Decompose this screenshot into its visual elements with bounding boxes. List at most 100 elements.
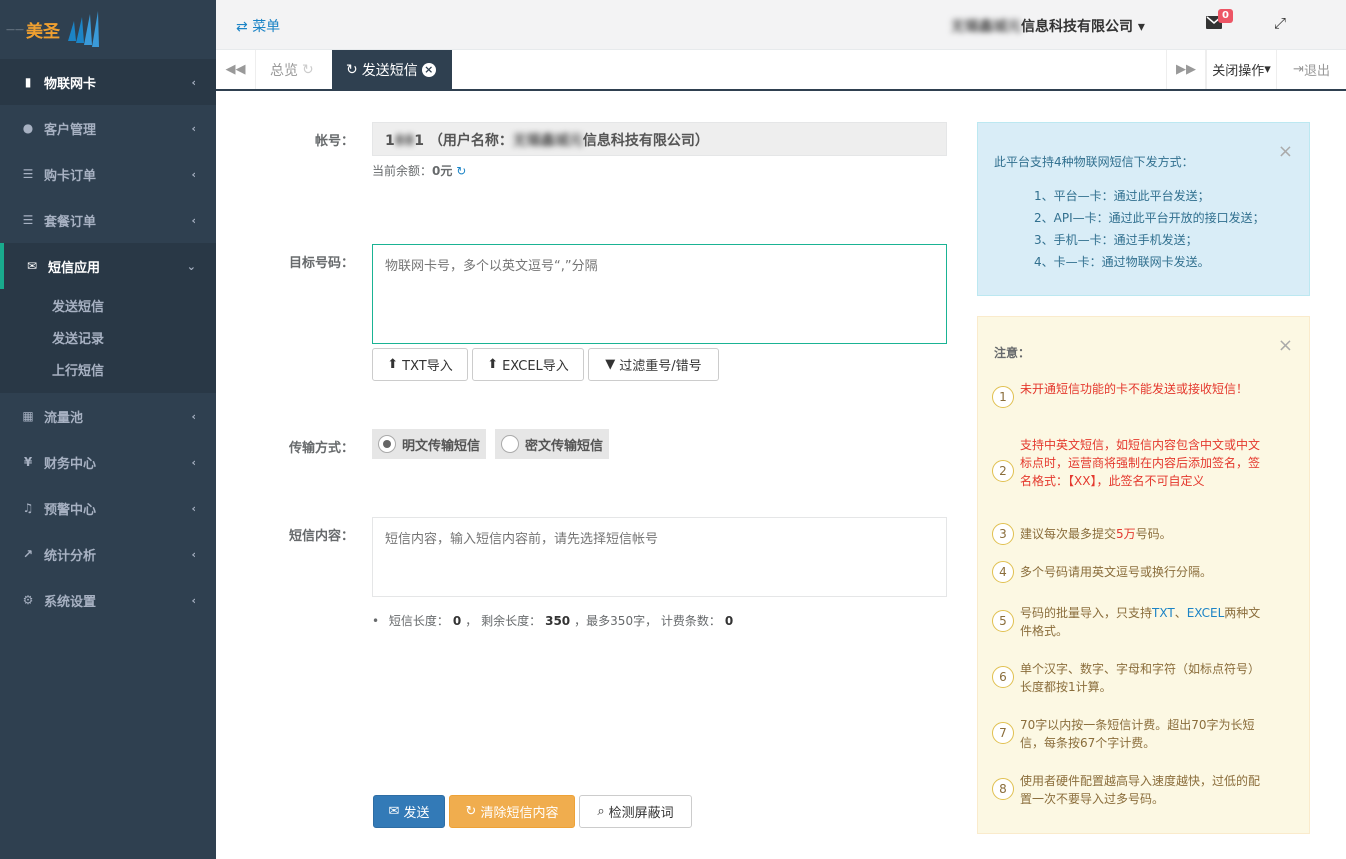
chevron-left-icon: ‹ <box>191 409 196 423</box>
notice-number: 8 <box>992 778 1014 800</box>
sidebar-item-statistics[interactable]: ↗ 统计分析 ‹ <box>0 531 216 577</box>
excel-import-button[interactable]: ⬆ EXCEL导入 <box>472 348 584 381</box>
cipher-text-label: 密文传输短信 <box>525 438 604 454</box>
logo-dash: —— <box>6 24 24 35</box>
envelope-icon: ✉ <box>388 804 400 819</box>
sms-stats: • 短信长度： 0， 剩余长度： 350 ，最多350字， 计费条数： 0 <box>372 612 737 629</box>
sidebar-item-iot-card[interactable]: ▮ 物联网卡 ‹ <box>0 59 216 105</box>
account-company-blurred: 无锡鑫城元 <box>512 133 583 149</box>
notice-text: 单个汉字、数字、字母和字符（如标点符号）长度都按1计算。 <box>1020 662 1261 694</box>
stats-length: 0 <box>452 614 462 628</box>
user-circle-icon: ● <box>22 121 34 135</box>
stats-length-label: 短信长度： <box>388 614 449 628</box>
notice-number: 3 <box>992 523 1014 545</box>
plain-text-radio[interactable]: 明文传输短信 <box>372 429 487 459</box>
sidebar-subitem-send-sms[interactable]: 发送短信 <box>0 289 216 321</box>
bullet: • <box>372 614 380 628</box>
list-icon: ☰ <box>22 167 34 181</box>
sidebar-item-label: 客户管理 <box>44 122 97 138</box>
topbar: ⇄ 菜单 无锡鑫城元信息科技有限公司 ▾ 0 ⤢ <box>216 0 1346 50</box>
notice-title: 注意： <box>994 346 1031 360</box>
refresh-balance-icon[interactable]: ↻ <box>456 164 466 178</box>
clear-label: 清除短信内容 <box>480 806 559 821</box>
notice-number: 7 <box>992 722 1014 744</box>
yen-icon: ¥ <box>23 455 33 469</box>
sidebar-item-customers[interactable]: ● 客户管理 ‹ <box>0 105 216 151</box>
account-field: 1881 （用户名称：无锡鑫城元信息科技有限公司） <box>372 122 947 156</box>
target-numbers-input[interactable] <box>372 244 947 344</box>
notice-item: 3 建议每次最多提交5万号码。 <box>992 521 1270 547</box>
clear-content-button[interactable]: ↻ 清除短信内容 <box>449 795 575 828</box>
notice-item: 4 多个号码请用英文逗号或换行分隔。 <box>992 559 1270 585</box>
company-dropdown[interactable]: 无锡鑫城元信息科技有限公司 ▾ <box>951 16 1145 36</box>
close-icon[interactable]: × <box>1278 141 1293 162</box>
logo-text: 美圣 <box>26 22 60 42</box>
tab-scroll-left-button[interactable]: ◀◀ <box>216 50 256 89</box>
sidebar-item-traffic-pool[interactable]: ▦ 流量池 ‹ <box>0 393 216 439</box>
sidebar-item-label: 物联网卡 <box>44 76 97 92</box>
info-line: 1、平台—卡：通过此平台发送； <box>1034 189 1210 203</box>
filter-icon: ▼ <box>605 357 616 372</box>
sidebar-item-label: 预警中心 <box>44 502 97 518</box>
notice-text: 70字以内按一条短信计费。超出70字为长短信，每条按67个字计费。 <box>1020 718 1255 750</box>
sidebar-subitem-send-records[interactable]: 发送记录 <box>0 321 216 353</box>
refresh-icon: ↻ <box>465 804 477 819</box>
sms-content-input[interactable] <box>372 517 947 597</box>
search-icon: ⌕ <box>597 804 605 819</box>
plain-text-label: 明文传输短信 <box>402 438 481 454</box>
tab-label: 发送短信 <box>361 62 418 79</box>
info-alert: × 此平台支持4种物联网短信下发方式： 1、平台—卡：通过此平台发送； 2、AP… <box>977 122 1310 296</box>
notice-number: 6 <box>992 666 1014 688</box>
sidebar-item-label: 财务中心 <box>44 456 97 472</box>
notice-text-part: 、 <box>1174 606 1187 620</box>
tab-send-sms[interactable]: ↻ 发送短信 × <box>332 50 452 89</box>
stats-count: 0 <box>724 614 734 628</box>
line-chart-icon: ↗ <box>22 547 34 561</box>
sidebar-item-label: 短信应用 <box>48 260 101 276</box>
fullscreen-button[interactable]: ⤢ <box>1274 14 1286 32</box>
sidebar-item-sms[interactable]: ✉ 短信应用 ⌄ <box>0 243 216 289</box>
stats-remain: 350 <box>545 614 571 628</box>
account-company-tail: 信息科技有限公司） <box>582 133 709 149</box>
tab-overview[interactable]: 总览 ↻ <box>256 50 328 89</box>
close-icon[interactable]: × <box>421 62 436 77</box>
check-blocked-words-button[interactable]: ⌕ 检测屏蔽词 <box>579 795 692 828</box>
notice-item: 7 70字以内按一条短信计费。超出70字为长短信，每条按67个字计费。 <box>992 716 1270 752</box>
logo: —— 美圣 <box>0 0 216 59</box>
close-operations-label: 关闭操作 <box>1212 64 1265 79</box>
info-title: 此平台支持4种物联网短信下发方式： <box>994 155 1194 169</box>
caret-down-icon: ▾ <box>1137 19 1145 35</box>
sidebar-item-alerts[interactable]: ♫ 预警中心 ‹ <box>0 485 216 531</box>
swap-icon: ⇄ <box>236 19 248 35</box>
radio-unselected <box>501 435 519 453</box>
sidebar-item-settings[interactable]: ⚙ 系统设置 ‹ <box>0 577 216 623</box>
close-operations-dropdown[interactable]: 关闭操作 ▾ <box>1206 50 1276 89</box>
mail-count-badge: 0 <box>1218 9 1233 23</box>
send-button[interactable]: ✉ 发送 <box>373 795 445 828</box>
excel-import-label: EXCEL导入 <box>502 359 569 374</box>
logout-button[interactable]: ⇥ 退出 <box>1276 50 1346 89</box>
sidebar-subitem-inbound-sms[interactable]: 上行短信 <box>0 353 216 385</box>
sim-card-icon: ▮ <box>24 75 32 89</box>
tab-scroll-right-button[interactable]: ▶▶ <box>1166 50 1206 89</box>
radio-selected <box>378 435 396 453</box>
filter-label: 过滤重号/错号 <box>619 359 702 374</box>
stats-remain-label: ， 剩余长度： <box>465 614 542 628</box>
cipher-text-radio[interactable]: 密文传输短信 <box>495 429 610 459</box>
forward-icon: ▶▶ <box>1176 62 1196 77</box>
refresh-icon: ↻ <box>302 61 314 78</box>
sidebar-item-card-orders[interactable]: ☰ 购卡订单 ‹ <box>0 151 216 197</box>
notice-text: 未开通短信功能的卡不能发送或接收短信！ <box>1020 382 1249 396</box>
close-icon[interactable]: × <box>1278 335 1293 356</box>
filter-duplicates-button[interactable]: ▼ 过滤重号/错号 <box>588 348 719 381</box>
refresh-icon: ↻ <box>346 61 358 78</box>
info-line: 2、API—卡：通过此平台开放的接口发送； <box>1034 211 1265 225</box>
sidebar-item-finance[interactable]: ¥ 财务中心 ‹ <box>0 439 216 485</box>
chevron-left-icon: ‹ <box>191 75 196 89</box>
sidebar-item-package-orders[interactable]: ☰ 套餐订单 ‹ <box>0 197 216 243</box>
menu-toggle-button[interactable]: ⇄ 菜单 <box>236 16 280 36</box>
check-label: 检测屏蔽词 <box>608 806 674 821</box>
chevron-left-icon: ‹ <box>191 121 196 135</box>
txt-import-button[interactable]: ⬆ TXT导入 <box>372 348 468 381</box>
backward-icon: ◀◀ <box>225 62 246 77</box>
